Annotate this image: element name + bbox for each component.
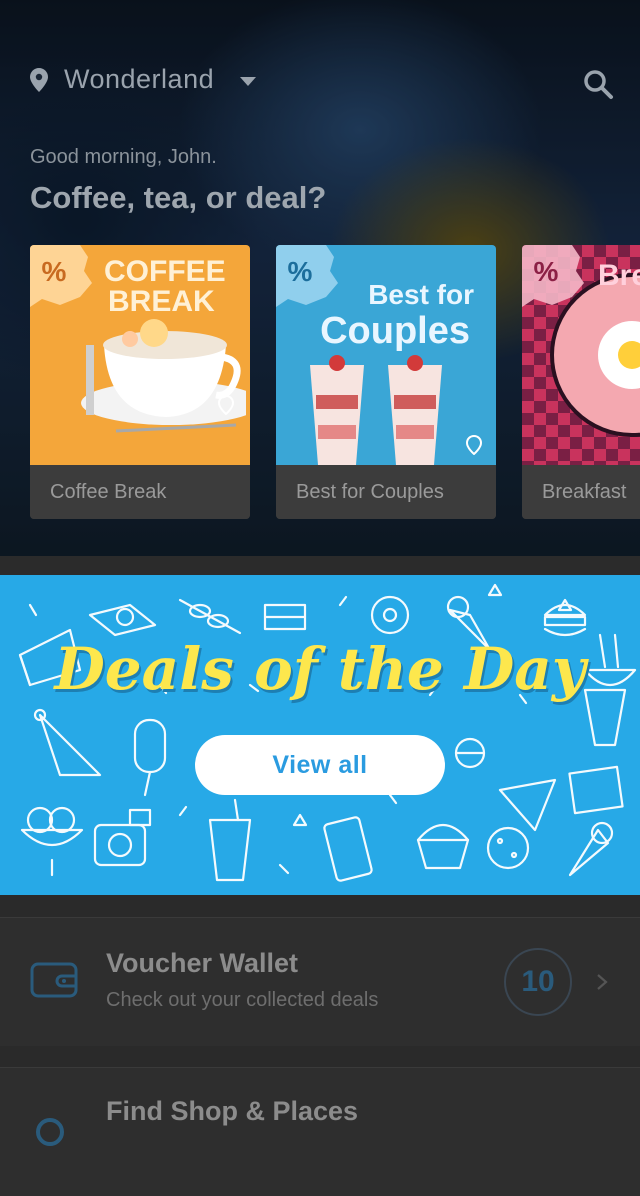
card-label-text: Breakfast: [542, 481, 627, 503]
deals-banner[interactable]: Deals of the Day View all: [0, 575, 640, 895]
card-art-line-1: COFFEE: [104, 255, 226, 288]
list-item-voucher-wallet[interactable]: Voucher Wallet Check out your collected …: [0, 917, 640, 1046]
card-art-line-2: Couples: [320, 310, 470, 352]
banner-title: Deals of the Day: [54, 635, 586, 703]
menu-list: Voucher Wallet Check out your collected …: [0, 895, 640, 1196]
hero-section: Wonderland Good morning, John. Coffee, t…: [0, 0, 640, 556]
discount-badge-icon: %: [522, 245, 584, 307]
voucher-wallet-subtitle: Check out your collected deals: [106, 989, 379, 1011]
top-bar: Wonderland: [0, 56, 640, 106]
card-art-line-1: Best for: [368, 279, 474, 310]
location-pin-icon: [30, 68, 48, 92]
wallet-icon: [30, 962, 78, 998]
card-image: % Best for Couples: [276, 245, 496, 465]
card-label: Best for Couples: [276, 465, 496, 519]
card-image: % COFFEE BREAK: [30, 245, 250, 465]
card-label: Breakfast: [522, 465, 640, 519]
greeting-text: Good morning, John.: [30, 146, 217, 168]
chevron-right-icon: [597, 974, 608, 990]
svg-text:%: %: [534, 256, 559, 287]
caret-down-icon[interactable]: [240, 77, 256, 86]
discount-badge-icon: %: [30, 245, 92, 307]
location-marker-icon: [218, 395, 234, 415]
voucher-wallet-title: Voucher Wallet: [106, 948, 299, 978]
category-card-breakfast[interactable]: % Bre Breakfast: [522, 245, 640, 519]
card-label: Coffee Break: [30, 465, 250, 519]
card-label-text: Coffee Break: [50, 481, 167, 503]
list-item-find-shop[interactable]: Find Shop & Places: [0, 1067, 640, 1196]
coffee-cup-illustration: [81, 319, 246, 433]
category-card-coffee-break[interactable]: % COFFEE BREAK Coffee Break: [30, 245, 250, 519]
card-image: % Bre: [522, 245, 640, 465]
category-card-best-for-couples[interactable]: % Best for Couples Best for Couples: [276, 245, 496, 519]
search-icon: [36, 1118, 64, 1146]
find-shop-title: Find Shop & Places: [106, 1096, 359, 1126]
category-carousel[interactable]: % COFFEE BREAK Coffee Break % Best for C…: [30, 245, 640, 520]
view-all-button[interactable]: View all: [195, 735, 445, 795]
card-art-line-1: Bre: [598, 259, 640, 292]
card-label-text: Best for Couples: [296, 481, 444, 503]
voucher-count-badge: 10: [504, 948, 572, 1016]
headline-text: Coffee, tea, or deal?: [30, 180, 327, 215]
location-marker-icon: [466, 435, 482, 455]
location-selector[interactable]: Wonderland: [64, 64, 214, 95]
search-icon[interactable]: [582, 68, 614, 100]
svg-text:%: %: [42, 256, 67, 287]
dessert-glasses-illustration: [310, 355, 442, 465]
